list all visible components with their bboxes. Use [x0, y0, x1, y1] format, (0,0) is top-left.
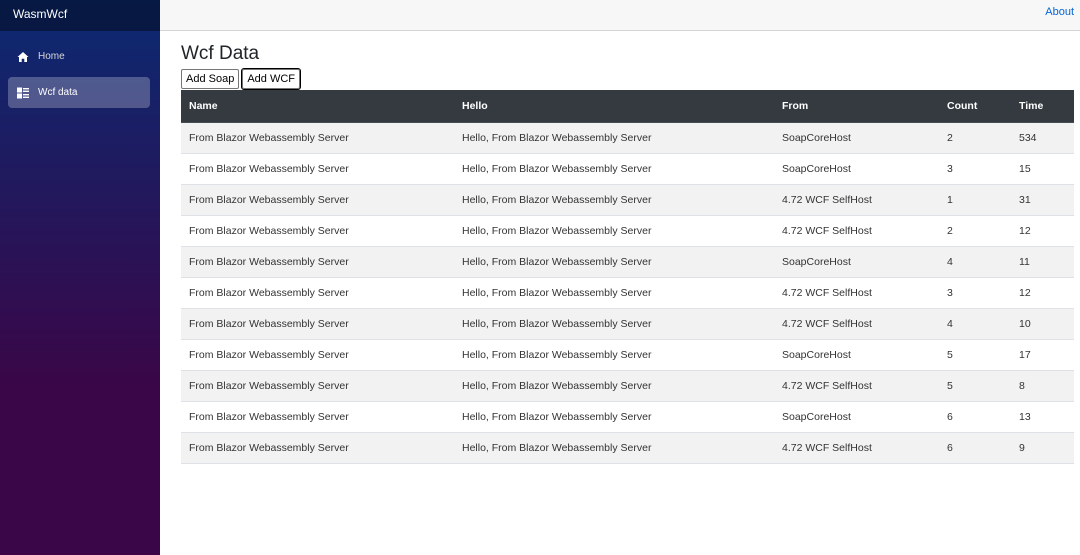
cell-hello: Hello, From Blazor Webassembly Server	[454, 308, 774, 340]
cell-count: 5	[939, 370, 1011, 402]
top-row: About	[160, 0, 1080, 31]
table-row: From Blazor Webassembly Server Hello, Fr…	[181, 370, 1074, 402]
main-content: Wcf Data Add Soap Add WCF Name Hello Fro…	[181, 42, 1074, 464]
add-wcf-button[interactable]: Add WCF	[241, 68, 302, 90]
cell-count: 6	[939, 432, 1011, 464]
cell-name: From Blazor Webassembly Server	[181, 184, 454, 216]
cell-time: 534	[1011, 122, 1074, 154]
table-row: From Blazor Webassembly Server Hello, Fr…	[181, 432, 1074, 464]
cell-time: 12	[1011, 277, 1074, 309]
home-icon	[17, 51, 29, 63]
cell-hello: Hello, From Blazor Webassembly Server	[454, 122, 774, 154]
cell-count: 1	[939, 184, 1011, 216]
table-row: From Blazor Webassembly Server Hello, Fr…	[181, 246, 1074, 278]
cell-name: From Blazor Webassembly Server	[181, 122, 454, 154]
cell-count: 2	[939, 215, 1011, 247]
sidebar-item-home[interactable]: Home	[8, 41, 150, 72]
column-header-time: Time	[1011, 90, 1074, 123]
add-soap-button[interactable]: Add Soap	[181, 69, 240, 89]
cell-name: From Blazor Webassembly Server	[181, 153, 454, 185]
sidebar-item-label: Wcf data	[38, 87, 78, 98]
cell-hello: Hello, From Blazor Webassembly Server	[454, 339, 774, 371]
cell-from: 4.72 WCF SelfHost	[774, 184, 939, 216]
cell-count: 3	[939, 153, 1011, 185]
cell-from: SoapCoreHost	[774, 401, 939, 433]
cell-time: 15	[1011, 153, 1074, 185]
about-link[interactable]: About	[1045, 6, 1074, 18]
cell-hello: Hello, From Blazor Webassembly Server	[454, 432, 774, 464]
cell-name: From Blazor Webassembly Server	[181, 370, 454, 402]
sidebar-item-wcf-data[interactable]: Wcf data	[8, 77, 150, 108]
cell-hello: Hello, From Blazor Webassembly Server	[454, 370, 774, 402]
cell-name: From Blazor Webassembly Server	[181, 308, 454, 340]
cell-from: 4.72 WCF SelfHost	[774, 277, 939, 309]
cell-count: 2	[939, 122, 1011, 154]
cell-from: 4.72 WCF SelfHost	[774, 308, 939, 340]
wcf-data-table: Name Hello From Count Time From Blazor W…	[181, 90, 1074, 464]
cell-count: 5	[939, 339, 1011, 371]
app-root: WasmWcf Home Wcf data About Wcf Data Add…	[0, 0, 1080, 555]
column-header-from: From	[774, 90, 939, 123]
brand-title[interactable]: WasmWcf	[0, 0, 160, 31]
cell-count: 4	[939, 246, 1011, 278]
cell-from: SoapCoreHost	[774, 246, 939, 278]
cell-time: 12	[1011, 215, 1074, 247]
cell-name: From Blazor Webassembly Server	[181, 277, 454, 309]
cell-from: SoapCoreHost	[774, 122, 939, 154]
table-row: From Blazor Webassembly Server Hello, Fr…	[181, 339, 1074, 371]
table-row: From Blazor Webassembly Server Hello, Fr…	[181, 184, 1074, 216]
table-row: From Blazor Webassembly Server Hello, Fr…	[181, 122, 1074, 154]
cell-time: 10	[1011, 308, 1074, 340]
cell-hello: Hello, From Blazor Webassembly Server	[454, 184, 774, 216]
cell-name: From Blazor Webassembly Server	[181, 246, 454, 278]
table-row: From Blazor Webassembly Server Hello, Fr…	[181, 401, 1074, 433]
cell-name: From Blazor Webassembly Server	[181, 401, 454, 433]
cell-hello: Hello, From Blazor Webassembly Server	[454, 215, 774, 247]
table-row: From Blazor Webassembly Server Hello, Fr…	[181, 153, 1074, 185]
cell-from: 4.72 WCF SelfHost	[774, 370, 939, 402]
cell-hello: Hello, From Blazor Webassembly Server	[454, 277, 774, 309]
cell-hello: Hello, From Blazor Webassembly Server	[454, 401, 774, 433]
cell-time: 17	[1011, 339, 1074, 371]
sidebar: WasmWcf Home Wcf data	[0, 0, 160, 555]
table-row: From Blazor Webassembly Server Hello, Fr…	[181, 277, 1074, 309]
page-title: Wcf Data	[181, 43, 260, 64]
table-row: From Blazor Webassembly Server Hello, Fr…	[181, 215, 1074, 247]
column-header-name: Name	[181, 90, 454, 123]
cell-time: 8	[1011, 370, 1074, 402]
cell-name: From Blazor Webassembly Server	[181, 432, 454, 464]
cell-count: 4	[939, 308, 1011, 340]
sidebar-item-label: Home	[38, 51, 65, 62]
column-header-hello: Hello	[454, 90, 774, 123]
cell-time: 9	[1011, 432, 1074, 464]
cell-count: 3	[939, 277, 1011, 309]
button-row: Add Soap Add WCF	[181, 68, 1074, 90]
sidebar-nav: Home Wcf data	[0, 31, 160, 108]
cell-hello: Hello, From Blazor Webassembly Server	[454, 153, 774, 185]
cell-time: 13	[1011, 401, 1074, 433]
cell-from: 4.72 WCF SelfHost	[774, 215, 939, 247]
list-icon	[17, 87, 29, 99]
cell-time: 31	[1011, 184, 1074, 216]
cell-from: 4.72 WCF SelfHost	[774, 432, 939, 464]
column-header-count: Count	[939, 90, 1011, 123]
cell-from: SoapCoreHost	[774, 153, 939, 185]
cell-count: 6	[939, 401, 1011, 433]
cell-from: SoapCoreHost	[774, 339, 939, 371]
cell-time: 11	[1011, 246, 1074, 278]
table-row: From Blazor Webassembly Server Hello, Fr…	[181, 308, 1074, 340]
cell-name: From Blazor Webassembly Server	[181, 339, 454, 371]
table-header-row: Name Hello From Count Time	[181, 90, 1074, 123]
cell-hello: Hello, From Blazor Webassembly Server	[454, 246, 774, 278]
cell-name: From Blazor Webassembly Server	[181, 215, 454, 247]
